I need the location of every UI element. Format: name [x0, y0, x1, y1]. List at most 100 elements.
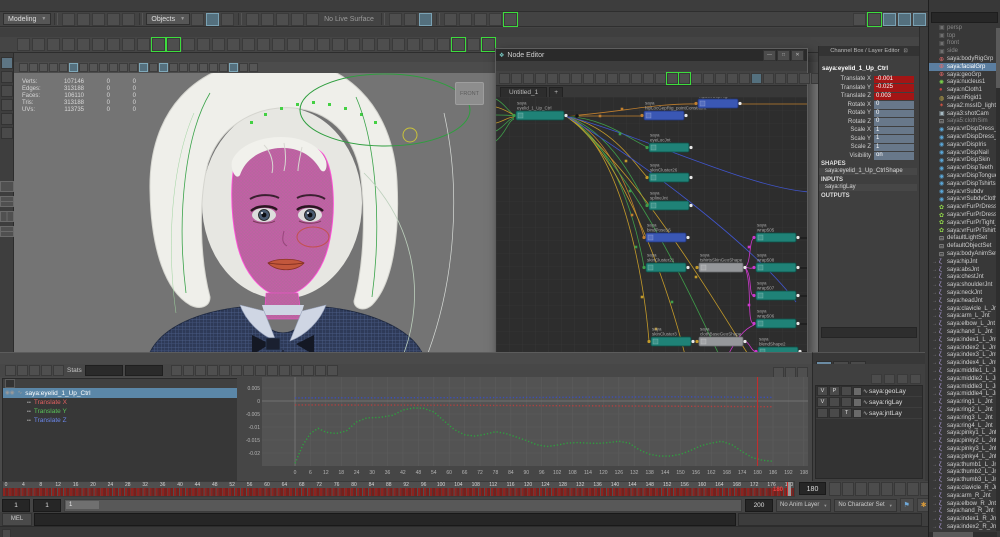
insert-edge-loop-icon[interactable]	[317, 38, 330, 51]
select-hierarchy-icon[interactable]	[191, 13, 204, 26]
scale-tool-icon[interactable]	[1, 127, 13, 139]
layer-color-chip[interactable]	[853, 409, 862, 418]
outliner-item[interactable]: saya:index1_R_Jnt	[929, 515, 1000, 523]
attribute-editor-toggle-icon[interactable]	[883, 13, 896, 26]
node-editor-toolbar-icon[interactable]	[607, 73, 618, 84]
viewport-toolbar-icon[interactable]	[89, 63, 98, 72]
outliner-item[interactable]: saya:thumb2_L_Jnt	[929, 468, 1000, 476]
node-editor-toolbar-icon[interactable]	[667, 73, 678, 84]
character-controls-icon[interactable]	[868, 13, 881, 26]
node-editor-tab[interactable]: Untitled_1	[500, 87, 547, 97]
channel-value-field[interactable]: 1	[874, 144, 914, 152]
viewport-toolbar-icon[interactable]	[209, 63, 218, 72]
tangent-type-icon[interactable]	[267, 365, 278, 376]
append-polygon-icon[interactable]	[347, 38, 360, 51]
outliner-item[interactable]: saya:geoGrp	[929, 71, 1000, 79]
node-editor-toolbar-icon[interactable]	[523, 73, 534, 84]
render-current-frame-icon[interactable]	[459, 13, 472, 26]
filter-field[interactable]	[5, 379, 15, 388]
snap-point-icon[interactable]	[276, 13, 289, 26]
node-editor-toolbar-icon[interactable]	[559, 73, 570, 84]
outliner-item[interactable]: saya:facialGrp	[929, 63, 1000, 71]
node-editor-toolbar-icon[interactable]	[643, 73, 654, 84]
tangent-type-icon[interactable]	[231, 365, 242, 376]
offset-edge-loop-icon[interactable]	[332, 38, 345, 51]
play-backwards-button[interactable]	[868, 482, 880, 496]
node-editor-toolbar-icon[interactable]	[631, 73, 642, 84]
layer-playback-toggle[interactable]	[829, 397, 840, 407]
outliner-item[interactable]: saya:absJnt	[929, 266, 1000, 274]
redo-icon[interactable]	[122, 13, 135, 26]
node-editor-toolbar-icon[interactable]	[739, 73, 750, 84]
graph-editor-tool-icon[interactable]	[17, 365, 28, 376]
selected-object-name[interactable]: saya:eyelid_1_Up_Ctrl	[819, 65, 919, 74]
channel-value-field[interactable]: 0	[874, 101, 914, 109]
outliner-item[interactable]: front	[929, 40, 1000, 48]
tangent-type-icon[interactable]	[279, 365, 290, 376]
outliner-item[interactable]: saya:neckJnt	[929, 289, 1000, 297]
rotate-tool-icon[interactable]	[1, 113, 13, 125]
node-editor-toolbar-icon[interactable]	[547, 73, 558, 84]
outliner-item[interactable]: saya3:shotCam	[929, 110, 1000, 118]
channel-value-field[interactable]: 0	[874, 110, 914, 118]
layer-visibility-toggle[interactable]: V	[817, 397, 828, 407]
time-slider[interactable]: 0481216202428323640444852566064687276808…	[2, 481, 795, 497]
poly-sphere-icon[interactable]	[17, 38, 30, 51]
layout-three-pane-button[interactable]	[0, 211, 14, 222]
outliner-item[interactable]: saya:chestJnt	[929, 274, 1000, 282]
lasso-tool-icon[interactable]	[1, 71, 13, 83]
node-graph-canvas[interactable]: sayaeyelid_1_Up_CtrlsayahipLocGepRig_poi…	[496, 97, 807, 355]
channel-value-field[interactable]: -0.001	[874, 76, 914, 84]
viewport-toolbar-icon[interactable]	[239, 63, 248, 72]
viewport-toolbar-icon[interactable]	[199, 63, 208, 72]
viewport-toolbar-icon[interactable]	[219, 63, 228, 72]
graph-editor-channel-row[interactable]: ▪▪Translate X	[3, 398, 237, 407]
shelf-separator[interactable]	[392, 38, 405, 51]
outliner-item[interactable]: side	[929, 47, 1000, 55]
channel-value-field[interactable]: 0.003	[874, 93, 914, 101]
poly-text-icon[interactable]	[152, 38, 165, 51]
smooth-mesh-icon[interactable]	[407, 38, 420, 51]
tangent-type-icon[interactable]	[255, 365, 266, 376]
outliner-item[interactable]: saya5:clothSim	[929, 118, 1000, 126]
outliner-item[interactable]: saya:pinky4_L_Jnt	[929, 453, 1000, 461]
snap-grid-icon[interactable]	[246, 13, 259, 26]
snap-projected-icon[interactable]	[291, 13, 304, 26]
outliner-item[interactable]: saya:clavicle_L_Jnt	[929, 305, 1000, 313]
snap-together-icon[interactable]	[482, 38, 495, 51]
current-time-indicator[interactable]	[787, 482, 791, 497]
layer-editor-tab[interactable]	[833, 361, 849, 364]
poly-type-icon[interactable]	[167, 38, 180, 51]
node-editor-toolbar-icon[interactable]	[679, 73, 690, 84]
layer-playback-toggle[interactable]: P	[829, 386, 840, 396]
layer-display-type-toggle[interactable]	[841, 386, 852, 396]
anim-layer-selector[interactable]: No Anim Layer▼	[776, 499, 831, 512]
menu-set-selector[interactable]: Modeling▼	[3, 13, 51, 25]
node-editor-titlebar[interactable]: ❖ Node Editor — □ ✕	[496, 49, 807, 61]
layer-display-type-toggle[interactable]: T	[841, 408, 852, 418]
step-forward-key-button[interactable]	[894, 482, 906, 496]
outliner-item[interactable]: saya:index3_L_Jnt	[929, 351, 1000, 359]
viewport-toolbar-icon[interactable]	[139, 63, 148, 72]
viewport-toolbar-icon[interactable]	[179, 63, 188, 72]
maximize-icon[interactable]: □	[777, 50, 790, 61]
modeling-toolkit-icon[interactable]	[853, 13, 866, 26]
stats-field-1[interactable]	[85, 365, 123, 376]
fill-hole-icon[interactable]	[272, 38, 285, 51]
outliner-item[interactable]: saya:vrDispTshirts	[929, 180, 1000, 188]
node-editor-toolbar-icon[interactable]	[751, 73, 762, 84]
outliner-item[interactable]: saya:shoulderJnt	[929, 281, 1000, 289]
tool-settings-toggle-icon[interactable]	[898, 13, 911, 26]
select-component-icon[interactable]	[221, 13, 234, 26]
layer-playback-toggle[interactable]	[829, 408, 840, 418]
outliner-item[interactable]: saya:arm_L_Jnt	[929, 312, 1000, 320]
crease-icon[interactable]	[422, 38, 435, 51]
step-forward-frame-button[interactable]	[907, 482, 919, 496]
layout-single-pane-button[interactable]	[0, 181, 14, 192]
sculpt-mesh-icon[interactable]	[362, 38, 375, 51]
range-slider[interactable]: 1	[64, 499, 742, 512]
outliner-item[interactable]: saya:index2_R_Jnt	[929, 523, 1000, 531]
move-tool-icon[interactable]	[1, 99, 13, 111]
tangent-type-icon[interactable]	[327, 365, 338, 376]
command-language-toggle[interactable]: MEL	[2, 513, 32, 526]
